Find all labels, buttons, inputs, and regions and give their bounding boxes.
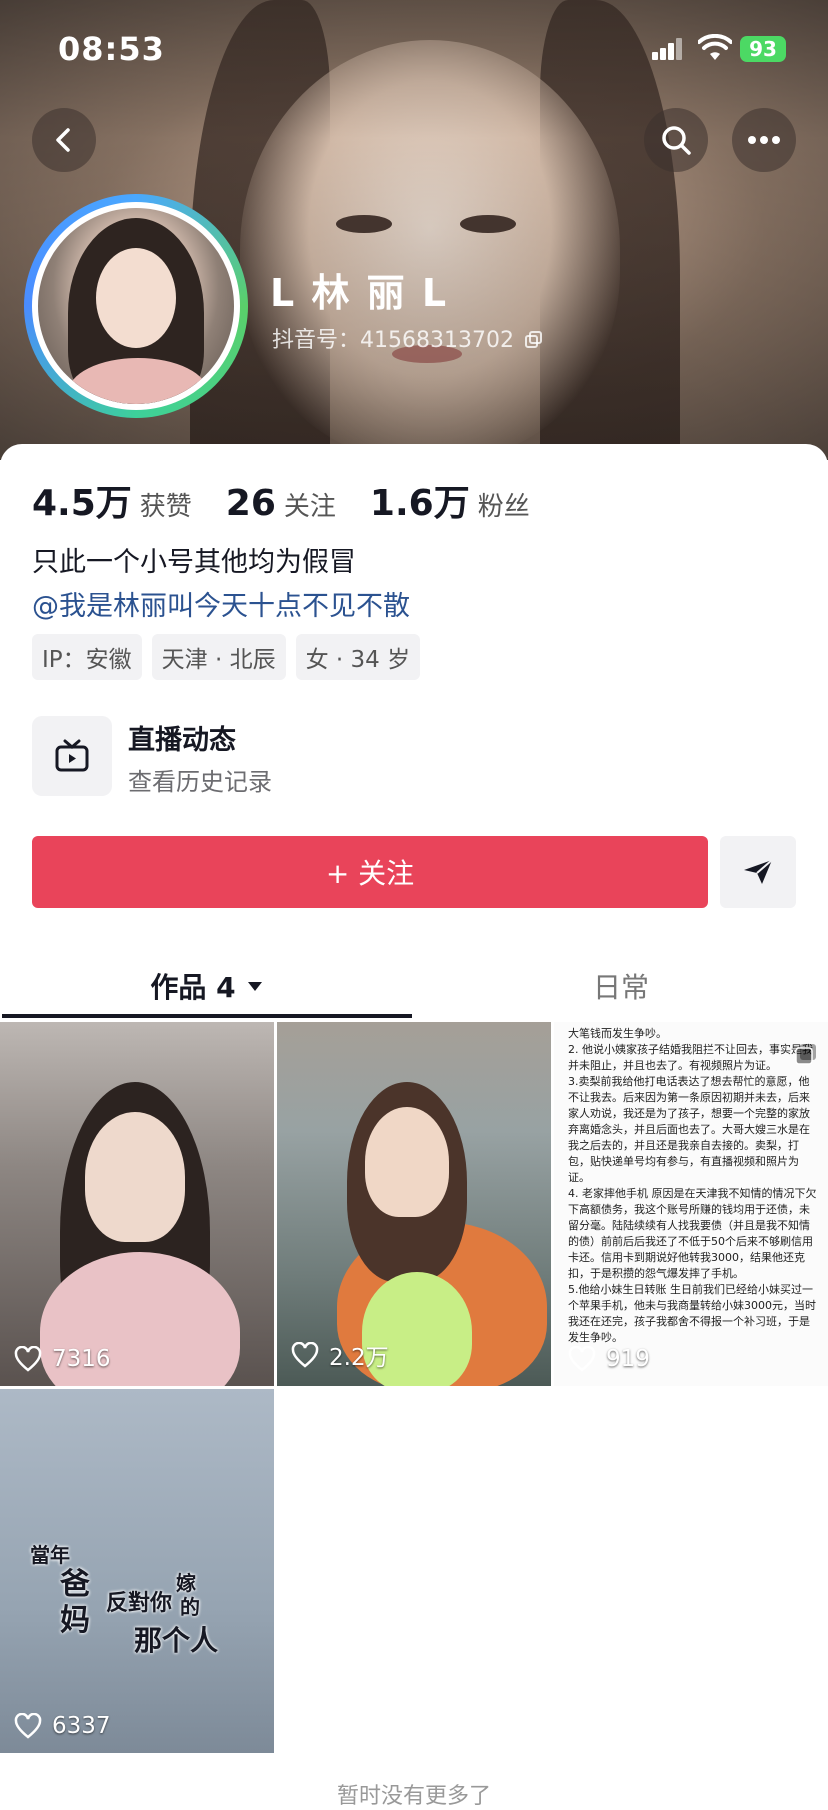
likes-count: 4.5万 bbox=[32, 483, 132, 524]
avatar[interactable] bbox=[24, 194, 248, 418]
heart-icon bbox=[568, 1346, 596, 1372]
stats-row: 4.5万 获赞 26 关注 1.6万 粉丝 bbox=[32, 474, 564, 526]
live-title[interactable]: 直播动态 bbox=[128, 718, 236, 757]
search-button[interactable] bbox=[644, 108, 708, 172]
douyin-id-text: 抖音号：41568313702 bbox=[272, 328, 514, 353]
chevron-left-icon bbox=[56, 128, 70, 152]
active-tab-indicator bbox=[2, 1014, 412, 1018]
note-text: 大笔钱而发生争吵。 2. 他说小姨家孩子结婚我阻拦不让回去，事实是我并未阻止，并… bbox=[568, 1027, 817, 1344]
tag-gender-age: 女 · 34 岁 bbox=[295, 634, 421, 680]
no-more-text: 暂时没有更多了 bbox=[336, 1784, 491, 1809]
profile-tags: IP：安徽 天津 · 北辰 女 · 34 岁 bbox=[32, 634, 421, 680]
bio-mention-link[interactable]: @我是林丽叫今天十点不见不散 bbox=[32, 584, 410, 623]
wifi-icon bbox=[698, 34, 732, 60]
video-likes-count: 6337 bbox=[52, 1713, 111, 1739]
video-likes-count: 919 bbox=[606, 1346, 650, 1372]
avatar-image bbox=[38, 208, 234, 404]
heart-icon bbox=[291, 1342, 319, 1368]
following-label[interactable]: 关注 bbox=[284, 486, 336, 523]
tab-works[interactable]: 作品 4 bbox=[0, 948, 414, 1024]
followers-label[interactable]: 粉丝 bbox=[478, 486, 530, 523]
video-likes: 919 bbox=[568, 1346, 650, 1372]
video-likes: 7316 bbox=[14, 1346, 111, 1372]
video-likes-count: 2.2万 bbox=[329, 1345, 389, 1371]
status-time: 08:53 bbox=[58, 30, 165, 68]
live-subtitle[interactable]: 查看历史记录 bbox=[128, 762, 272, 797]
followers-count[interactable]: 1.6万 bbox=[370, 474, 470, 526]
profile-name: L 林 丽 L bbox=[270, 271, 449, 315]
video-thumbnail[interactable]: 2.2万 bbox=[277, 1022, 551, 1386]
tag-location: 天津 · 北辰 bbox=[151, 634, 286, 680]
share-button[interactable] bbox=[720, 836, 796, 908]
video-thumbnail[interactable]: 大笔钱而发生争吵。 2. 他说小姨家孩子结婚我阻拦不让回去，事实是我并未阻止，并… bbox=[554, 1022, 828, 1386]
following-count[interactable]: 26 bbox=[226, 483, 276, 524]
likes-label: 获赞 bbox=[139, 492, 192, 522]
heart-icon bbox=[14, 1346, 42, 1372]
battery-icon: 93 bbox=[740, 36, 786, 62]
bio-text: 只此一个小号其他均为假冒 bbox=[32, 547, 356, 578]
video-likes: 6337 bbox=[14, 1713, 111, 1739]
video-likes: 2.2万 bbox=[291, 1338, 389, 1372]
tag-ip: IP：安徽 bbox=[32, 634, 142, 680]
caret-down-icon bbox=[247, 982, 262, 991]
follow-button[interactable]: + 关注 bbox=[32, 836, 708, 908]
more-dots-icon bbox=[748, 136, 780, 144]
douyin-id[interactable]: 抖音号：41568313702 bbox=[272, 322, 543, 354]
multi-image-icon bbox=[795, 1044, 816, 1065]
tab-works-label: 作品 4 bbox=[150, 971, 236, 1004]
more-button[interactable] bbox=[732, 108, 796, 172]
video-thumbnail[interactable]: 7316 bbox=[0, 1022, 274, 1386]
search-icon bbox=[662, 126, 691, 155]
heart-icon bbox=[14, 1713, 42, 1739]
status-bar: 08:53 93 bbox=[0, 0, 828, 100]
signal-icon bbox=[652, 38, 684, 60]
copy-icon[interactable] bbox=[524, 331, 543, 349]
tab-daily[interactable]: 日常 bbox=[414, 948, 828, 1024]
profile-card: 4.5万 获赞 26 关注 1.6万 粉丝 只此一个小号其他均为假冒 @我是林丽… bbox=[0, 444, 828, 1792]
video-caption: 當年 爸 妈 反對你 嫁 的 那个人 bbox=[30, 1543, 219, 1657]
video-thumbnail[interactable]: 當年 爸 妈 反對你 嫁 的 那个人 6337 bbox=[0, 1389, 274, 1753]
tv-icon bbox=[55, 739, 89, 772]
send-icon bbox=[744, 859, 773, 884]
live-history-button[interactable] bbox=[32, 716, 112, 796]
back-button[interactable] bbox=[32, 108, 96, 172]
video-likes-count: 7316 bbox=[52, 1346, 111, 1372]
